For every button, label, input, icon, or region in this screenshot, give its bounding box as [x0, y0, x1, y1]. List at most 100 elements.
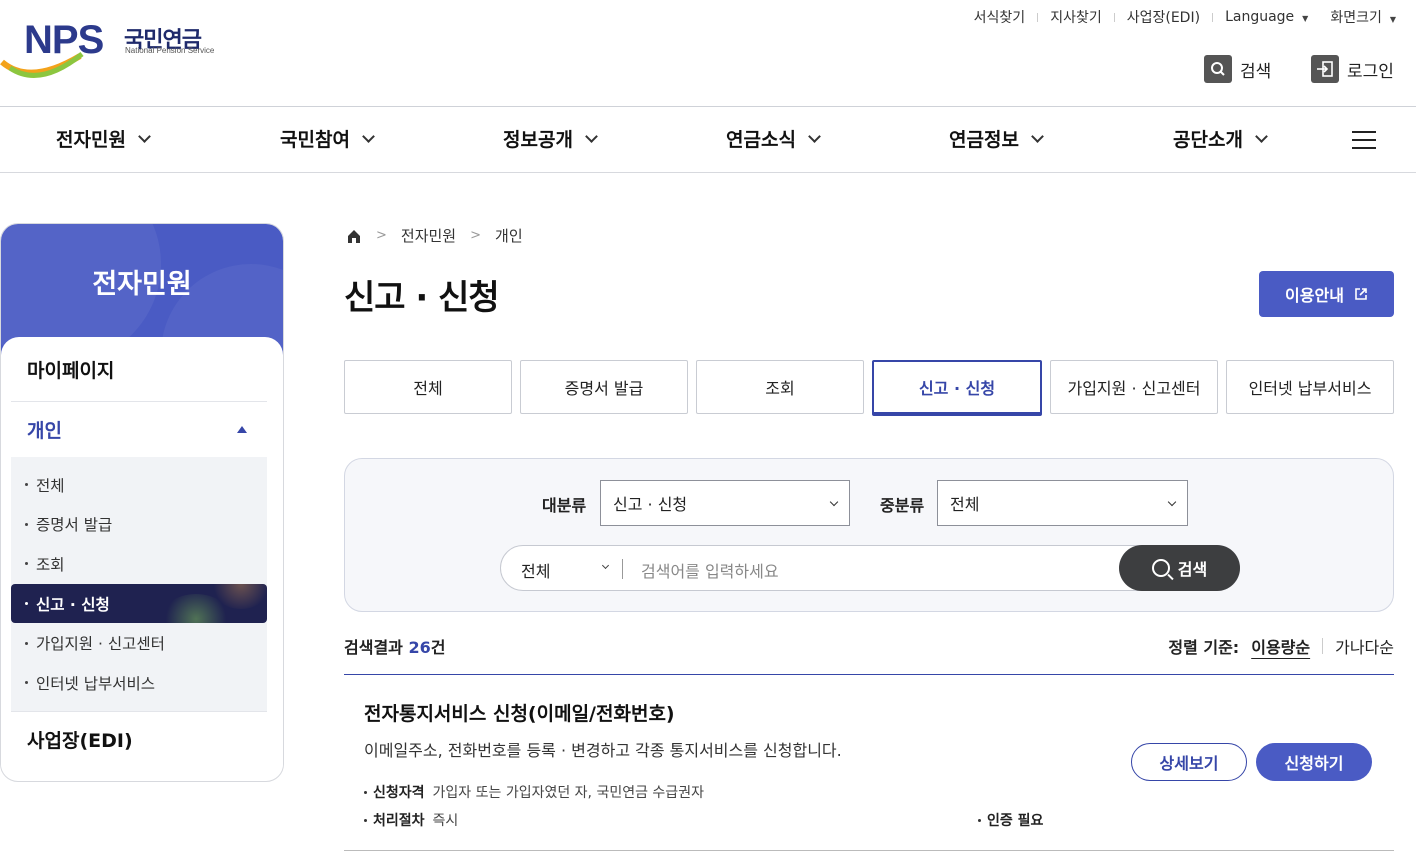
chevron-down-icon	[1167, 497, 1177, 507]
search-icon	[1204, 55, 1232, 83]
side-nav-mypage[interactable]: 마이페이지	[11, 337, 267, 402]
major-category-select[interactable]: 신고 · 신청	[600, 480, 850, 526]
result-count-suffix: 건	[430, 638, 446, 657]
language-label: Language	[1225, 9, 1295, 25]
global-nav: 전자민원 국민참여 정보공개 연금소식 연금정보 공단소개	[0, 107, 1416, 173]
search-submit-label: 검색	[1177, 560, 1208, 579]
chevron-right-icon: >	[470, 228, 482, 243]
result-item-auth: 인증 필요	[978, 810, 1051, 830]
caret-down-icon: ▼	[1389, 15, 1396, 24]
gnb-label: 연금정보	[949, 129, 1019, 151]
divider	[1322, 638, 1324, 654]
divider	[1113, 12, 1115, 22]
breadcrumb-item[interactable]: 개인	[495, 225, 523, 246]
site-header: NPS 국민연금 National Pension Service 서식찾기 지…	[0, 0, 1416, 107]
eligibility-label: 신청자격	[373, 785, 425, 801]
eligibility-value: 가입자 또는 가입자였던 자, 국민연금 수급권자	[432, 785, 704, 801]
side-nav-sub-label: 인터넷 납부서비스	[36, 674, 156, 693]
tab-support-center[interactable]: 가입지원 · 신고센터	[1050, 360, 1218, 414]
side-nav-sub-label: 조회	[36, 555, 65, 574]
chevron-down-icon	[1255, 129, 1268, 143]
bullet	[364, 818, 367, 822]
sort-label: 정렬 기준:	[1168, 638, 1240, 657]
gnb-item-participation[interactable]: 국민참여	[280, 125, 375, 152]
side-nav-personal-label: 개인	[27, 420, 62, 442]
side-nav-sub-inquiry[interactable]: 조회	[11, 544, 267, 584]
bullet	[25, 641, 28, 645]
search-scope-select[interactable]: 전체	[521, 558, 550, 582]
external-link-icon	[1355, 288, 1367, 300]
bullet	[25, 522, 28, 526]
side-nav-menu: 마이페이지 개인 전체 증명서 발급 조회 신고 · 신청 가입지원 · 신고센…	[1, 337, 283, 767]
util-link-branches[interactable]: 지사찾기	[1050, 7, 1102, 27]
screen-size-label: 화면크기	[1330, 10, 1382, 26]
process-label: 처리절차	[373, 813, 425, 829]
sort-options: 정렬 기준: 이용량순 가나다순	[1168, 634, 1394, 658]
usage-guide-button[interactable]: 이용안내	[1259, 271, 1394, 317]
language-dropdown[interactable]: Language ▼	[1225, 9, 1308, 25]
bullet	[25, 602, 28, 606]
gnb-item-about[interactable]: 공단소개	[1173, 125, 1268, 152]
minor-category-select[interactable]: 전체	[937, 480, 1188, 526]
gnb-label: 전자민원	[56, 129, 126, 151]
gnb-label: 정보공개	[503, 129, 573, 151]
gnb-item-disclosure[interactable]: 정보공개	[503, 125, 598, 152]
side-nav-sub-all[interactable]: 전체	[11, 465, 267, 505]
search-submit-button[interactable]: 검색	[1119, 545, 1240, 591]
login-label: 로그인	[1347, 61, 1394, 82]
result-count-number: 26	[408, 638, 431, 657]
result-count: 검색결과 26건	[344, 634, 445, 658]
major-category-label: 대분류	[542, 496, 587, 515]
gnb-label: 공단소개	[1173, 129, 1243, 151]
result-count-prefix: 검색결과	[344, 638, 403, 657]
side-nav-personal[interactable]: 개인	[11, 402, 267, 457]
result-item-title[interactable]: 전자통지서비스 신청(이메일/전화번호)	[364, 699, 675, 726]
gnb-item-e-civil[interactable]: 전자민원	[56, 125, 151, 152]
gnb-item-news[interactable]: 연금소식	[726, 125, 821, 152]
login-button[interactable]: 로그인	[1311, 55, 1394, 83]
apply-button[interactable]: 신청하기	[1256, 743, 1372, 781]
bullet	[364, 790, 367, 794]
tab-inquiry[interactable]: 조회	[696, 360, 864, 414]
logo[interactable]: NPS 국민연금 National Pension Service	[0, 0, 220, 90]
sort-by-alphabetical[interactable]: 가나다순	[1335, 634, 1394, 658]
breadcrumb: > 전자민원 > 개인	[346, 225, 523, 246]
minor-category-label: 중분류	[880, 496, 925, 515]
chevron-down-icon	[362, 129, 375, 143]
result-item-process: 처리절차 즉시	[364, 810, 458, 830]
header-search-button[interactable]: 검색	[1204, 55, 1271, 83]
major-category-value: 신고 · 신청	[613, 495, 688, 514]
breadcrumb-item[interactable]: 전자민원	[401, 225, 456, 246]
chevron-down-icon	[1031, 129, 1044, 143]
gnb-item-pension-info[interactable]: 연금정보	[949, 125, 1044, 152]
tab-report-apply[interactable]: 신고 · 신청	[872, 360, 1042, 414]
detail-button[interactable]: 상세보기	[1131, 743, 1247, 781]
tab-internet-payment[interactable]: 인터넷 납부서비스	[1226, 360, 1394, 414]
side-nav-sub-report-apply[interactable]: 신고 · 신청	[11, 583, 267, 624]
chevron-right-icon: >	[376, 228, 387, 243]
tab-all[interactable]: 전체	[344, 360, 512, 414]
side-nav-sub-support-center[interactable]: 가입지원 · 신고센터	[11, 623, 267, 663]
util-link-edi[interactable]: 사업장(EDI)	[1127, 7, 1200, 27]
chevron-down-icon	[138, 129, 151, 143]
side-nav-sub-internet-payment[interactable]: 인터넷 납부서비스	[11, 663, 267, 703]
home-icon[interactable]	[346, 228, 362, 244]
chevron-down-icon	[808, 129, 821, 143]
side-nav-sub-certificate[interactable]: 증명서 발급	[11, 505, 267, 545]
result-item: 전자통지서비스 신청(이메일/전화번호) 이메일주소, 전화번호를 등록 · 변…	[344, 675, 1394, 851]
hamburger-menu-icon[interactable]	[1352, 131, 1376, 155]
bullet	[25, 562, 28, 566]
sort-by-usage[interactable]: 이용량순	[1251, 634, 1310, 658]
search-input[interactable]: 검색어를 입력하세요	[641, 558, 779, 582]
side-nav-business-edi[interactable]: 사업장(EDI)	[11, 710, 267, 767]
gnb-label: 연금소식	[726, 129, 796, 151]
caret-up-icon	[237, 426, 247, 433]
divider	[622, 559, 623, 579]
tab-certificate[interactable]: 증명서 발급	[520, 360, 688, 414]
logo-mark-text: NPS	[24, 18, 104, 62]
util-link-forms[interactable]: 서식찾기	[974, 7, 1026, 27]
page-title: 신고 · 신청	[344, 278, 500, 318]
login-icon	[1311, 55, 1339, 83]
screen-size-dropdown[interactable]: 화면크기 ▼	[1330, 7, 1396, 27]
chevron-down-icon	[829, 497, 839, 507]
